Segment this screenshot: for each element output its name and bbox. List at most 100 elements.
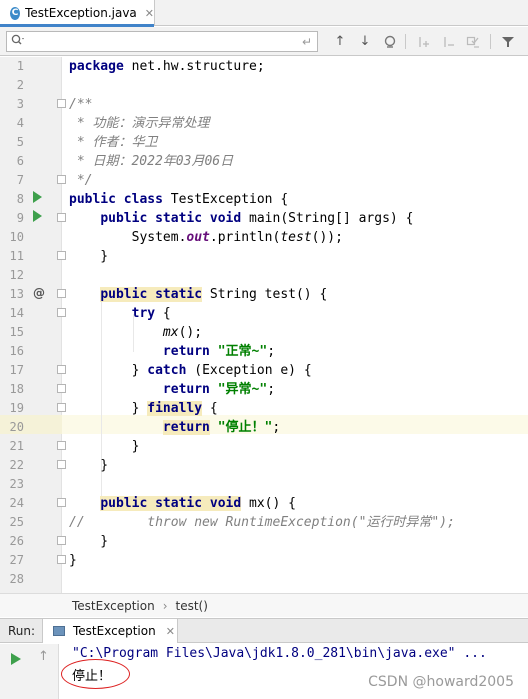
next-occurrence-icon[interactable]: ↓ [355, 31, 375, 52]
code-token: return [162, 420, 210, 435]
code-token: } [69, 439, 140, 454]
line-number: 25 [9, 515, 24, 529]
code-token: out [186, 230, 210, 245]
code-token: "异常~" [217, 382, 268, 397]
code-token: */ [69, 173, 93, 188]
line-number: 22 [9, 458, 24, 472]
code-line: } finally { [69, 399, 218, 418]
code-line: } catch (Exception e) { [69, 361, 312, 380]
code-line: public static void mx() { [69, 494, 296, 513]
code-line: return "异常~"; [69, 380, 275, 399]
code-token: } [69, 363, 148, 378]
code-editor[interactable]: 1 2 3 4 5 6 7 8 9 10 11 12 13 14 15 16 17 18 19 20 21 22 23 24 2… [0, 57, 528, 593]
line-number: 12 [9, 268, 24, 282]
run-tab-testexception[interactable]: TestException ✕ [42, 619, 178, 643]
fold-icon[interactable] [57, 403, 66, 412]
tab-label: TestException.java [25, 6, 137, 20]
code-token: public static void [100, 496, 242, 511]
code-token: public static [100, 287, 203, 302]
line-number: 1 [16, 59, 24, 73]
fold-icon[interactable] [57, 555, 66, 564]
code-line: } [69, 551, 77, 570]
run-class-icon[interactable] [33, 191, 42, 203]
run-toolbar: ↑ [0, 644, 59, 699]
code-token: mx [162, 325, 179, 340]
previous-occurrence-icon[interactable]: ↑ [330, 31, 350, 52]
search-input[interactable] [29, 32, 302, 51]
code-line: * 功能：演示异常处理 [69, 114, 210, 133]
run-main-icon[interactable] [33, 210, 42, 222]
up-arrow-icon[interactable]: ↑ [38, 649, 49, 664]
fold-icon[interactable] [57, 251, 66, 260]
code-token: return [162, 382, 210, 397]
code-line: try { [69, 304, 171, 323]
line-number: 9 [16, 211, 24, 225]
code-line: } [69, 456, 108, 475]
close-icon[interactable]: ✕ [145, 7, 154, 20]
select-all-occurrences-icon[interactable] [463, 31, 483, 52]
code-token: (); [178, 325, 203, 340]
line-number: 23 [9, 477, 24, 491]
code-token: "停止！" [217, 420, 273, 435]
java-class-icon: C [10, 6, 21, 20]
line-number: 16 [9, 344, 24, 358]
add-occurrence-icon[interactable] [413, 31, 433, 52]
fold-icon[interactable] [57, 536, 66, 545]
fold-icon[interactable] [57, 308, 66, 317]
code-token: } [69, 401, 148, 416]
search-icon[interactable] [11, 34, 25, 49]
fold-icon[interactable] [57, 289, 66, 298]
rerun-icon[interactable] [11, 653, 21, 665]
code-line: mx(); [69, 323, 202, 342]
code-token: ; [267, 344, 276, 359]
filter-icon[interactable] [498, 31, 518, 52]
line-number: 6 [16, 154, 24, 168]
fold-icon[interactable] [57, 99, 66, 108]
code-token: ()); [311, 230, 343, 245]
fold-icon[interactable] [57, 175, 66, 184]
code-line: package net.hw.structure; [69, 57, 265, 76]
fold-icon[interactable] [57, 460, 66, 469]
line-number: 26 [9, 534, 24, 548]
code-token: // throw new RuntimeException("运行时异常"); [69, 515, 455, 530]
code-token: } [69, 534, 109, 549]
fold-icon[interactable] [57, 498, 66, 507]
code-token: * 功能：演示异常处理 [69, 116, 210, 131]
code-line: public static void main(String[] args) { [69, 209, 413, 228]
fold-icon[interactable] [57, 365, 66, 374]
code-line: System.out.println(test()); [69, 228, 343, 247]
line-number: 4 [16, 116, 24, 130]
breadcrumb-separator: › [162, 598, 168, 613]
editor-tab-testexception[interactable]: C TestException.java ✕ [0, 0, 155, 27]
run-tab-label: TestException [73, 624, 156, 638]
close-icon[interactable]: ✕ [166, 625, 175, 638]
line-number: 7 [16, 173, 24, 187]
line-number: 28 [9, 572, 24, 586]
code-line: */ [69, 171, 93, 190]
search-box[interactable]: ↵ [6, 31, 318, 52]
breadcrumb-item-method[interactable]: test() [176, 599, 208, 613]
find-all-icon[interactable] [380, 31, 400, 52]
line-number: 15 [9, 325, 24, 339]
run-console[interactable]: ↑ "C:\Program Files\Java\jdk1.8.0_281\bi… [0, 644, 528, 699]
breadcrumb-item-class[interactable]: TestException [72, 599, 155, 613]
fold-icon[interactable] [57, 384, 66, 393]
remove-occurrence-icon[interactable] [438, 31, 458, 52]
code-token: finally [147, 401, 203, 416]
run-tool-window-header: Run: TestException ✕ [0, 618, 528, 643]
code-token: catch [147, 363, 187, 378]
code-line: * 作者：华卫 [69, 133, 158, 152]
code-token: System. [69, 230, 187, 245]
fold-icon[interactable] [57, 441, 66, 450]
highlight-circle [61, 659, 130, 689]
line-number: 14 [9, 306, 24, 320]
line-number: 18 [9, 382, 24, 396]
code-line: /** [69, 95, 92, 114]
fold-icon[interactable] [57, 213, 66, 222]
